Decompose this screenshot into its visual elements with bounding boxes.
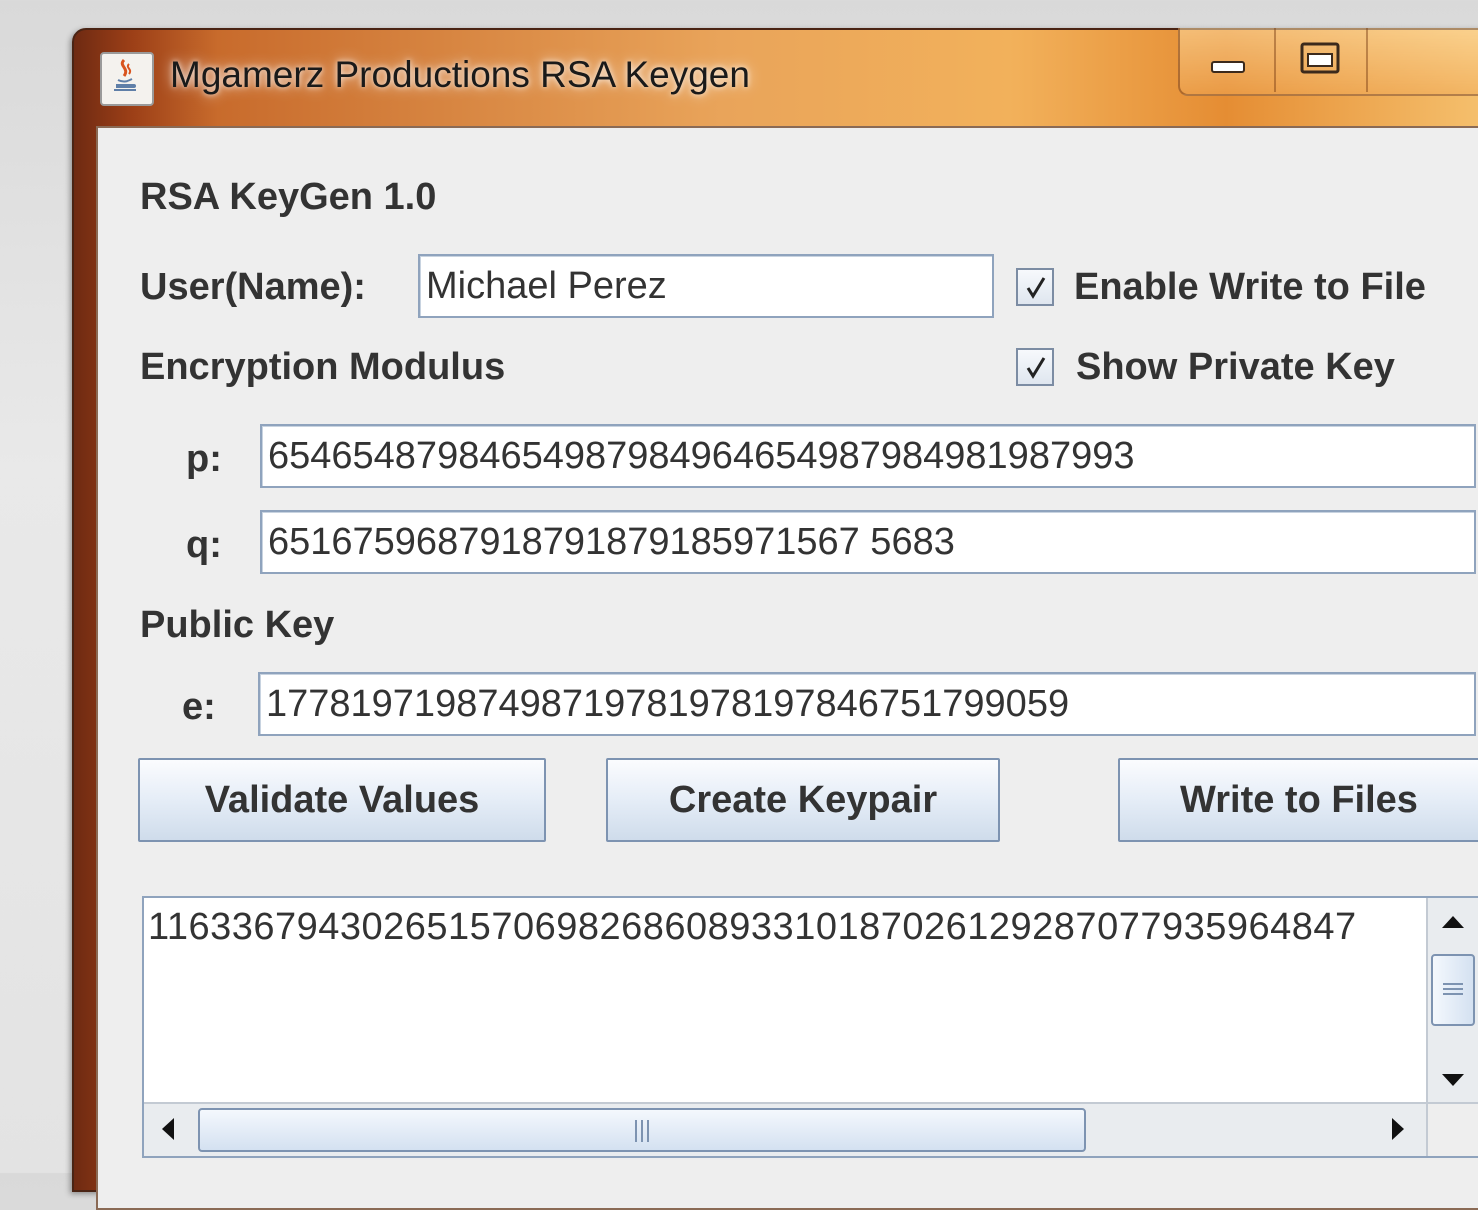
vertical-scrollbar[interactable] [1426, 898, 1478, 1104]
p-input[interactable]: 6546548798465498798496465498798498198799… [260, 424, 1476, 488]
user-name-input[interactable]: Michael Perez [418, 254, 994, 318]
q-input[interactable]: 6516759687918791879185971567 5683 [260, 510, 1476, 574]
java-cup-icon[interactable] [100, 52, 154, 106]
validate-values-button[interactable]: Validate Values [138, 758, 546, 842]
grip-icon [1443, 983, 1463, 995]
minimize-button[interactable] [1180, 28, 1276, 92]
enable-write-checkbox[interactable] [1016, 268, 1054, 306]
q-label: q: [186, 524, 222, 566]
arrow-up-icon [1442, 916, 1464, 928]
title-bar[interactable]: Mgamerz Productions RSA Keygen [74, 28, 1478, 126]
horizontal-scrollbar[interactable] [144, 1102, 1426, 1156]
arrow-down-icon [1442, 1074, 1464, 1086]
horizontal-scroll-thumb[interactable] [198, 1108, 1086, 1152]
scroll-corner [1426, 1102, 1478, 1156]
write-to-files-button[interactable]: Write to Files [1118, 758, 1478, 842]
e-label: e: [182, 686, 216, 728]
minimize-icon [1211, 61, 1245, 73]
show-private-key-checkbox[interactable] [1016, 348, 1054, 386]
maximize-button[interactable] [1276, 28, 1368, 92]
arrow-left-icon [162, 1118, 174, 1140]
scroll-left-button[interactable] [144, 1104, 194, 1154]
scroll-down-button[interactable] [1428, 1052, 1478, 1102]
public-key-heading: Public Key [140, 604, 335, 646]
scroll-right-button[interactable] [1372, 1104, 1422, 1154]
show-private-key-label[interactable]: Show Private Key [1076, 346, 1395, 389]
output-textarea[interactable]: 1163367943026515706982686089331018702612… [142, 896, 1478, 1158]
app-window: Mgamerz Productions RSA Keygen RSA KeyGe… [72, 28, 1478, 1210]
window-controls [1178, 28, 1478, 96]
close-button[interactable] [1368, 28, 1478, 92]
close-icon [1368, 28, 1478, 92]
p-label: p: [186, 438, 222, 480]
user-label: User(Name): [140, 266, 366, 308]
arrow-right-icon [1392, 1118, 1404, 1140]
window-title: Mgamerz Productions RSA Keygen [170, 54, 750, 95]
checkmark-icon [1026, 277, 1046, 299]
output-text: 1163367943026515706982686089331018702612… [148, 906, 1357, 948]
main-panel: RSA KeyGen 1.0 User(Name): Michael Perez… [96, 126, 1478, 1210]
modulus-heading: Encryption Modulus [140, 346, 506, 388]
e-input[interactable]: 17781971987498719781978197846751799059 [258, 672, 1476, 736]
create-keypair-button[interactable]: Create Keypair [606, 758, 1000, 842]
enable-write-label[interactable]: Enable Write to File [1074, 266, 1426, 309]
checkmark-icon [1026, 357, 1046, 379]
scroll-up-button[interactable] [1428, 898, 1478, 948]
maximize-icon [1300, 42, 1340, 74]
vertical-scroll-thumb[interactable] [1431, 954, 1475, 1026]
grip-icon [635, 1120, 649, 1142]
app-heading: RSA KeyGen 1.0 [140, 176, 437, 218]
